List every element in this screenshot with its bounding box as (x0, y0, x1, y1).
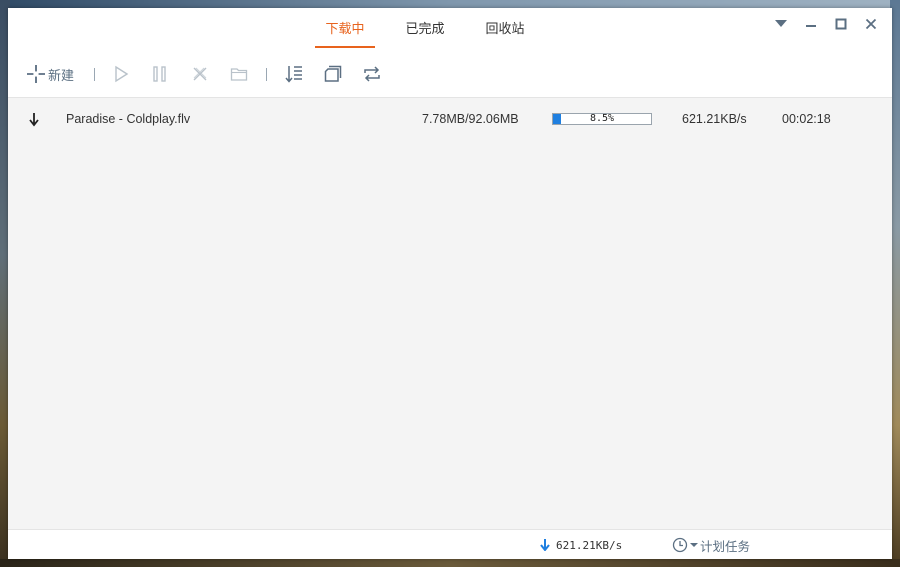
download-speed-icon (540, 539, 550, 551)
add-icon (27, 65, 45, 83)
clock-icon (672, 537, 688, 553)
toolbar-divider (266, 68, 267, 81)
menu-dropdown-button[interactable] (766, 14, 796, 34)
titlebar: 下载中 已完成 回收站 (8, 8, 892, 48)
sort-button[interactable] (284, 63, 304, 85)
close-button[interactable] (856, 14, 886, 34)
copy-icon (324, 65, 342, 82)
refresh-icon (364, 66, 380, 82)
pause-icon (153, 66, 166, 82)
toolbar-divider (94, 68, 95, 81)
maximize-icon (835, 18, 847, 30)
delete-icon (193, 67, 207, 81)
window-controls (766, 14, 886, 34)
download-progress-bar: 8.5% (552, 113, 652, 125)
download-progress-label: 8.5% (589, 113, 615, 124)
download-size: 7.78MB/92.06MB (422, 112, 519, 126)
sort-icon (285, 66, 302, 83)
statusbar: 621.21KB/s 计划任务 (8, 529, 892, 559)
download-manager-window: 下载中 已完成 回收站 新建 Paradise - Coldplay.flv 7… (8, 8, 892, 559)
new-download-label: 新建 (48, 68, 75, 84)
tab-bar: 下载中 已完成 回收站 (315, 8, 535, 48)
download-status (28, 98, 44, 140)
desktop-background-bottom (0, 559, 900, 567)
folder-icon (230, 68, 248, 81)
minimize-icon (806, 25, 816, 27)
tab-completed[interactable]: 已完成 (395, 8, 455, 48)
open-folder-button[interactable] (230, 63, 248, 85)
triangle-down-icon (775, 20, 787, 27)
download-filename: Paradise - Coldplay.flv (66, 112, 191, 126)
new-download-button[interactable]: 新建 (26, 63, 74, 85)
refresh-button[interactable] (362, 63, 382, 85)
pause-button[interactable] (151, 63, 169, 85)
download-arrow-icon (29, 113, 39, 127)
download-list: Paradise - Coldplay.flv 7.78MB/92.06MB 8… (8, 98, 892, 529)
delete-button[interactable] (191, 63, 209, 85)
start-button[interactable] (112, 63, 130, 85)
close-icon (865, 18, 877, 30)
tab-downloading[interactable]: 下载中 (315, 8, 375, 48)
tab-recycle-bin[interactable]: 回收站 (475, 8, 535, 48)
chevron-down-icon (690, 543, 698, 547)
total-speed-value: 621.21KB/s (556, 538, 623, 552)
toolbar: 新建 (8, 48, 892, 98)
minimize-button[interactable] (796, 14, 826, 34)
copy-button[interactable] (323, 63, 343, 85)
download-speed: 621.21KB/s (682, 112, 747, 126)
play-icon (115, 65, 129, 83)
download-time-remaining: 00:02:18 (782, 112, 831, 126)
total-speed: 621.21KB/s (540, 530, 622, 560)
download-row[interactable]: Paradise - Coldplay.flv 7.78MB/92.06MB 8… (8, 98, 892, 140)
desktop-background-top (0, 0, 900, 8)
scheduled-task-button[interactable]: 计划任务 (672, 530, 750, 560)
scheduled-task-label: 计划任务 (700, 538, 751, 554)
maximize-button[interactable] (826, 14, 856, 34)
